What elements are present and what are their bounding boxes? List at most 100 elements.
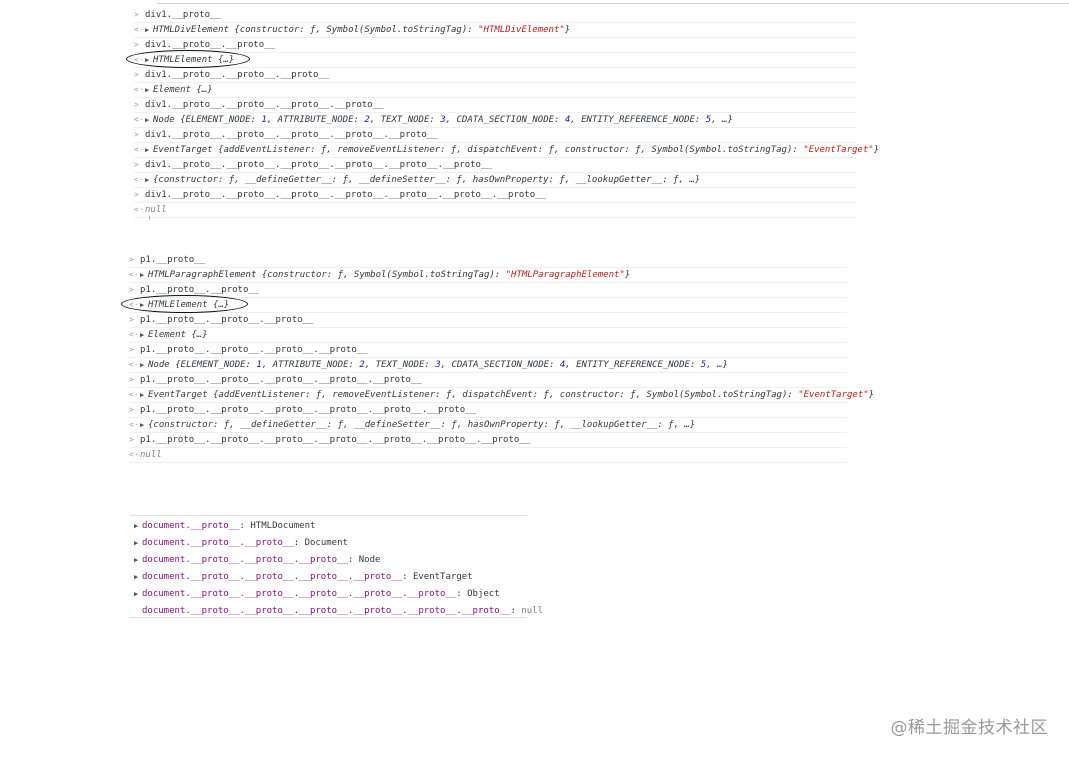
output-value: null (145, 205, 167, 215)
console-output-row[interactable]: <·▶ {constructor: ƒ, __defineGetter__: ƒ,… (134, 172, 856, 188)
output-value: Node {ELEMENT_NODE: 1, ATTRIBUTE_NODE: 2… (153, 115, 733, 125)
console-output-row[interactable]: <·▶ Node {ELEMENT_NODE: 1, ATTRIBUTE_NODE… (134, 112, 856, 128)
input-expression: p1.__proto__.__proto__.__proto__.__proto… (140, 375, 422, 385)
console-output-row[interactable]: <·▶ Node {ELEMENT_NODE: 1, ATTRIBUTE_NODE… (129, 357, 847, 373)
input-expression: div1.__proto__.__proto__.__proto__.__pro… (145, 190, 546, 200)
triangle-right-icon[interactable]: ▶ (145, 173, 153, 188)
triangle-right-icon[interactable]: ▶ (140, 418, 148, 433)
document-proto-row[interactable]: ▶ document.__proto__.__proto__.__proto__.… (134, 569, 473, 586)
number-value: 4 (564, 115, 571, 125)
object-preview: {addEventListener: ƒ, removeEventListene… (207, 390, 799, 400)
return-arrow-icon: <· (134, 25, 144, 34)
triangle-right-icon[interactable]: ▶ (140, 268, 148, 283)
document-proto-panel: ▶ document.__proto__: HTMLDocument ▶ docume… (130, 515, 543, 618)
chevron-right-icon: > (134, 10, 139, 19)
output-value: EventTarget {addEventListener: ƒ, remove… (148, 390, 875, 400)
input-expression: div1.__proto__.__proto__ (145, 40, 276, 50)
input-expression: div1.__proto__.__proto__.__proto__.__pro… (145, 100, 384, 110)
triangle-right-icon[interactable]: ▶ (140, 328, 148, 343)
document-proto-row[interactable]: ▶ document.__proto__.__proto__.__proto__:… (134, 552, 380, 569)
return-arrow-icon: <· (134, 85, 144, 94)
triangle-right-icon[interactable]: ▶ (134, 518, 142, 535)
console-input-row: > div1.__proto__.__proto__ (134, 37, 856, 53)
console-output-row: <·null (134, 202, 856, 218)
output-value: {constructor: ƒ, __defineGetter__: ƒ, __… (148, 420, 695, 430)
object-preview: null (140, 450, 162, 460)
object-type-name: HTMLDivElement (153, 25, 229, 35)
return-arrow-icon: <· (129, 450, 139, 459)
number-value: 5 (700, 360, 707, 370)
number-value: 3 (435, 360, 441, 370)
console-input-row: > div1.__proto__.__proto__.__proto__ (134, 67, 856, 83)
document-proto-row[interactable]: ▶ document.__proto__: HTMLDocument (134, 518, 315, 535)
console-output-row[interactable]: <·▶ Element {…} (134, 82, 856, 98)
top-divider (157, 3, 1069, 4)
object-preview: {constructor: ƒ, Symbol(Symbol.toStringT… (256, 270, 506, 280)
triangle-right-icon[interactable]: ▶ (134, 569, 142, 586)
console-output-row[interactable]: <·▶ {constructor: ƒ, __defineGetter__: ƒ,… (129, 417, 847, 433)
chevron-right-icon: > (129, 345, 134, 354)
input-expression: div1.__proto__.__proto__.__proto__ (145, 70, 330, 80)
console-output-row[interactable]: <·▶ HTMLDivElement {constructor: ƒ, Symbo… (134, 22, 856, 38)
chevron-right-icon: > (134, 70, 139, 79)
property-value: null (521, 606, 543, 616)
triangle-right-icon[interactable]: ▶ (134, 535, 142, 552)
input-expression: p1.__proto__.__proto__.__proto__.__proto… (140, 435, 531, 445)
object-type-name: Node (148, 360, 170, 370)
chevron-right-icon: > (129, 375, 134, 384)
number-value: 2 (364, 115, 370, 125)
object-type-name: EventTarget (148, 390, 208, 400)
output-value: EventTarget {addEventListener: ƒ, remove… (153, 145, 880, 155)
console-output-row[interactable]: <·▶ Element {…} (129, 327, 847, 343)
console-output-row[interactable]: <·▶ EventTarget {addEventListener: ƒ, rem… (129, 387, 874, 403)
triangle-right-icon[interactable]: ▶ (134, 552, 142, 569)
output-value: null (140, 450, 162, 460)
number-value: 1 (256, 360, 262, 370)
document-proto-row[interactable]: ▶ document.__proto__.__proto__: Document (134, 535, 348, 552)
console-input-row: > p1.__proto__.__proto__.__proto__.__prot… (129, 402, 847, 418)
output-value: HTMLParagraphElement {constructor: ƒ, Sy… (148, 270, 631, 280)
object-type-name: Element (153, 85, 191, 95)
console-output-row: <·null (129, 447, 847, 463)
chevron-right-icon: > (129, 255, 134, 264)
output-value: HTMLDivElement {constructor: ƒ, Symbol(S… (153, 25, 571, 35)
triangle-right-icon[interactable]: ▶ (145, 143, 153, 158)
object-preview: {ELEMENT_NODE: 1, ATTRIBUTE_NODE: 2, TEX… (169, 360, 728, 370)
string-value: "HTMLParagraphElement" (505, 270, 625, 280)
console-input-row: > p1.__proto__.__proto__.__proto__.__prot… (129, 342, 847, 358)
triangle-right-icon[interactable]: ▶ (145, 23, 153, 38)
object-preview: {constructor: ƒ, Symbol(Symbol.toStringT… (228, 25, 479, 35)
property-value: Object (467, 589, 500, 599)
console-input-row: > div1.__proto__.__proto__.__proto__.__pr… (134, 127, 856, 143)
chevron-right-icon: > (134, 190, 139, 199)
console-output-row[interactable]: <·▶ HTMLParagraphElement {constructor: ƒ,… (129, 267, 847, 283)
return-arrow-icon: <· (134, 145, 144, 154)
triangle-right-icon[interactable]: ▶ (145, 83, 153, 98)
triangle-right-icon[interactable]: ▶ (145, 113, 153, 128)
return-arrow-icon: <· (129, 420, 139, 429)
input-expression: p1.__proto__ (140, 255, 206, 265)
console-input-row: > div1.__proto__ (134, 7, 856, 23)
chevron-right-icon: > (129, 435, 134, 444)
object-type-name: EventTarget (153, 145, 213, 155)
triangle-right-icon[interactable]: ▶ (134, 586, 142, 603)
console-input-row: > p1.__proto__.__proto__.__proto__ (129, 312, 847, 328)
property-value: Node (358, 555, 381, 565)
property-value: EventTarget (412, 572, 473, 582)
object-preview: null (145, 205, 167, 215)
number-value: 4 (559, 360, 566, 370)
object-preview: {…} (185, 330, 208, 340)
triangle-right-icon[interactable]: ▶ (140, 388, 148, 403)
object-type-name: Node (153, 115, 175, 125)
document-proto-row[interactable]: ▶ document.__proto__.__proto__.__proto__.… (134, 586, 500, 603)
console-input-row: > p1.__proto__.__proto__.__proto__.__prot… (129, 372, 847, 388)
return-arrow-icon: <· (129, 270, 139, 279)
object-preview: {constructor: ƒ, __defineGetter__: ƒ, __… (148, 420, 696, 430)
object-preview: {…} (190, 85, 213, 95)
input-expression: div1.__proto__ (145, 10, 221, 20)
highlight-circle-p1 (121, 295, 248, 313)
property-key: document.__proto__.__proto__.__proto__ (142, 555, 348, 565)
console-output-row[interactable]: <·▶ EventTarget {addEventListener: ƒ, rem… (134, 142, 879, 158)
triangle-right-icon[interactable]: ▶ (140, 358, 148, 373)
property-value: HTMLDocument (250, 521, 316, 531)
